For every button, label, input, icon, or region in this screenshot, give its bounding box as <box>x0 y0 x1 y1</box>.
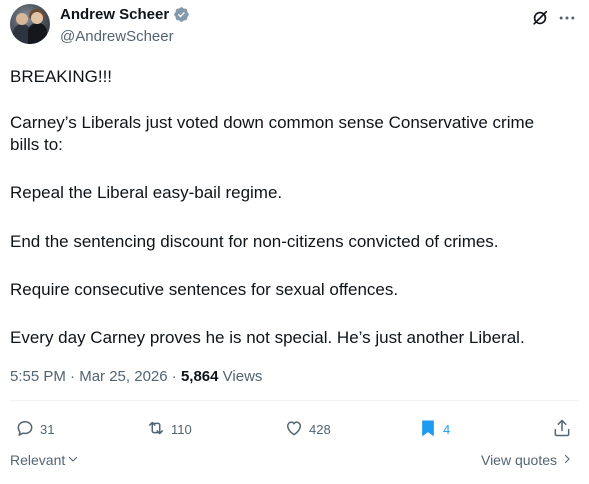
reply-count: 31 <box>40 422 55 437</box>
bookmark-count: 4 <box>443 422 451 437</box>
tweet-card: Andrew Scheer @AndrewScheer BREAKING!!! … <box>0 0 589 484</box>
author-name[interactable]: Andrew Scheer <box>60 6 169 23</box>
like-button[interactable]: 428 <box>284 418 331 441</box>
bookmark-button[interactable]: 4 <box>418 418 450 441</box>
more-icon[interactable] <box>557 8 577 28</box>
avatar[interactable] <box>10 4 50 44</box>
like-count: 428 <box>309 422 331 437</box>
tweet-paragraph: End the sentencing discount for non-citi… <box>10 232 499 251</box>
verified-badge-icon <box>173 6 190 23</box>
share-icon <box>552 418 572 441</box>
meta-separator: · <box>171 368 181 385</box>
view-quotes-link[interactable]: View quotes <box>481 452 573 468</box>
repost-icon <box>146 418 166 441</box>
repost-count: 110 <box>171 422 192 437</box>
tweet-date[interactable]: Mar 25, 2026 <box>79 368 167 385</box>
views-label: Views <box>222 368 263 385</box>
tweet-paragraph: Repeal the Liberal easy-bail regime. <box>10 183 283 202</box>
chevron-down-icon <box>67 452 79 468</box>
tweet-paragraph: Every day Carney proves he is not specia… <box>10 328 525 347</box>
views-count: 5,864 <box>180 368 219 385</box>
sort-label: Relevant <box>10 452 66 468</box>
tweet-paragraph: Carney’s Liberals just voted down common… <box>10 113 535 154</box>
tweet-time[interactable]: 5:55 PM <box>10 368 66 385</box>
author-handle[interactable]: @AndrewScheer <box>60 28 174 45</box>
author-name-row[interactable]: Andrew Scheer <box>60 6 190 23</box>
repost-button[interactable]: 110 <box>146 418 192 441</box>
sort-replies-dropdown[interactable]: Relevant <box>10 452 79 468</box>
divider <box>10 400 579 401</box>
tweet-paragraph: Require consecutive sentences for sexual… <box>10 280 399 299</box>
reply-icon <box>15 418 35 441</box>
share-button[interactable] <box>552 418 572 441</box>
tweet-paragraph: BREAKING!!! <box>10 67 113 86</box>
like-icon <box>284 418 304 441</box>
meta-separator: · <box>70 368 80 385</box>
view-quotes-label: View quotes <box>480 452 557 468</box>
grok-icon[interactable] <box>530 8 550 28</box>
tweet-meta: 5:55 PM · Mar 25, 2026 · 5,864 Views <box>10 368 262 385</box>
reply-button[interactable]: 31 <box>15 418 54 441</box>
bookmark-icon <box>418 418 438 441</box>
chevron-right-icon <box>561 452 573 468</box>
